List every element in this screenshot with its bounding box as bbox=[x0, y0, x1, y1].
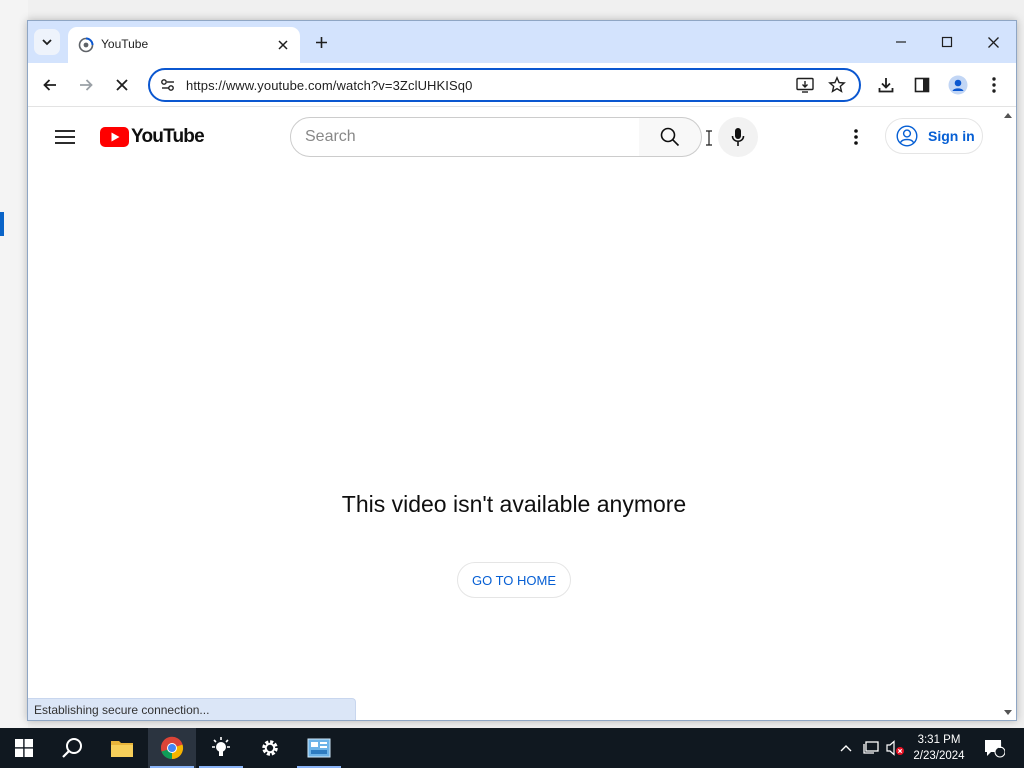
back-button[interactable] bbox=[36, 71, 64, 99]
youtube-search-input[interactable] bbox=[305, 126, 625, 148]
maximize-icon bbox=[941, 36, 953, 48]
youtube-page: YouTube Sign in This video isn't availab… bbox=[28, 108, 1016, 720]
guide-menu-button[interactable] bbox=[52, 124, 78, 150]
youtube-play-icon bbox=[100, 127, 129, 147]
action-center-button[interactable]: 1 bbox=[978, 728, 1010, 768]
scroll-up-arrow-icon[interactable] bbox=[1004, 113, 1012, 118]
desktop-selection-marker bbox=[0, 212, 4, 236]
loading-globe-icon bbox=[78, 37, 94, 53]
forward-button[interactable] bbox=[72, 71, 100, 99]
tab-youtube[interactable]: YouTube bbox=[68, 27, 300, 63]
clock-date: 2/23/2024 bbox=[913, 750, 965, 762]
close-icon bbox=[116, 79, 128, 91]
microphone-icon bbox=[731, 128, 745, 146]
new-tab-button[interactable] bbox=[310, 31, 332, 53]
chevron-down-icon bbox=[42, 39, 52, 46]
taskbar-control-panel[interactable] bbox=[295, 728, 343, 768]
browser-window: YouTube https://www.youtube.com/watch?v=… bbox=[27, 20, 1017, 721]
desktop-left-strip bbox=[0, 0, 28, 728]
notification-count: 1 bbox=[998, 740, 1004, 750]
youtube-settings-menu-button[interactable] bbox=[844, 124, 868, 150]
avatar-icon bbox=[948, 75, 968, 95]
stop-loading-button[interactable] bbox=[108, 71, 136, 99]
scroll-down-arrow-icon[interactable] bbox=[1004, 710, 1012, 715]
taskbar: 3:31 PM 2/23/2024 1 bbox=[0, 728, 1024, 768]
taskbar-tips-app[interactable] bbox=[197, 728, 245, 768]
side-panel-button[interactable] bbox=[908, 71, 936, 99]
taskbar-settings[interactable] bbox=[246, 728, 294, 768]
voice-search-button[interactable] bbox=[718, 117, 758, 157]
arrow-right-icon bbox=[80, 79, 93, 91]
tune-icon bbox=[161, 79, 174, 91]
status-bubble: Establishing secure connection... bbox=[28, 698, 356, 720]
tab-close-button[interactable] bbox=[274, 36, 292, 54]
install-app-icon bbox=[796, 77, 814, 93]
minimize-icon bbox=[896, 41, 906, 43]
lightbulb-icon bbox=[212, 737, 230, 756]
youtube-search-button[interactable] bbox=[639, 117, 702, 157]
show-hidden-icons-button[interactable] bbox=[836, 728, 856, 768]
sign-in-button[interactable]: Sign in bbox=[885, 118, 983, 154]
go-to-home-button[interactable]: GO TO HOME bbox=[457, 562, 571, 598]
close-window-button[interactable] bbox=[970, 27, 1016, 57]
windows-logo-icon bbox=[15, 739, 33, 757]
tab-strip: YouTube bbox=[28, 21, 1016, 63]
browser-menu-button[interactable] bbox=[980, 71, 1008, 99]
taskbar-chrome[interactable] bbox=[148, 728, 196, 768]
youtube-logo-text: YouTube bbox=[131, 126, 205, 147]
profile-button[interactable] bbox=[944, 71, 972, 99]
youtube-search-box[interactable] bbox=[290, 117, 712, 157]
side-panel-icon bbox=[914, 77, 930, 93]
bookmark-button[interactable] bbox=[826, 75, 848, 95]
video-unavailable-message: This video isn't available anymore bbox=[341, 491, 687, 517]
kebab-menu-icon bbox=[854, 129, 858, 145]
downloads-button[interactable] bbox=[872, 71, 900, 99]
download-icon bbox=[878, 78, 894, 93]
gear-icon bbox=[262, 740, 278, 756]
browser-toolbar: https://www.youtube.com/watch?v=3ZclUHKI… bbox=[28, 63, 1016, 107]
network-icon bbox=[863, 741, 879, 754]
close-icon bbox=[278, 40, 288, 50]
plus-icon bbox=[315, 36, 327, 48]
page-scrollbar[interactable] bbox=[1000, 108, 1016, 720]
tab-title: YouTube bbox=[101, 37, 149, 51]
maximize-button[interactable] bbox=[924, 27, 970, 57]
search-icon bbox=[62, 738, 82, 758]
start-button[interactable] bbox=[0, 728, 48, 768]
network-tray-button[interactable] bbox=[860, 728, 882, 768]
youtube-logo[interactable]: YouTube bbox=[100, 125, 205, 149]
account-circle-icon bbox=[896, 125, 918, 147]
address-bar-url: https://www.youtube.com/watch?v=3ZclUHKI… bbox=[186, 78, 473, 93]
taskbar-file-explorer[interactable] bbox=[98, 728, 146, 768]
taskbar-clock[interactable]: 3:31 PM 2/23/2024 bbox=[904, 732, 974, 764]
volume-tray-button[interactable] bbox=[884, 728, 906, 768]
star-icon bbox=[828, 76, 846, 93]
address-bar[interactable]: https://www.youtube.com/watch?v=3ZclUHKI… bbox=[148, 68, 861, 102]
chrome-icon bbox=[160, 736, 184, 760]
kebab-menu-icon bbox=[992, 77, 996, 93]
search-icon bbox=[660, 127, 680, 147]
minimize-button[interactable] bbox=[878, 27, 924, 57]
chevron-up-icon bbox=[840, 745, 852, 752]
close-icon bbox=[987, 36, 999, 48]
install-app-button[interactable] bbox=[794, 75, 816, 95]
site-info-button[interactable] bbox=[158, 76, 178, 94]
volume-muted-icon bbox=[886, 740, 904, 756]
control-panel-icon bbox=[307, 738, 331, 758]
text-cursor-icon bbox=[706, 130, 712, 146]
tab-search-button[interactable] bbox=[34, 29, 60, 55]
hamburger-icon bbox=[55, 130, 75, 144]
folder-icon bbox=[111, 741, 133, 757]
arrow-left-icon bbox=[43, 79, 56, 91]
taskbar-search-button[interactable] bbox=[48, 728, 96, 768]
clock-time: 3:31 PM bbox=[917, 734, 961, 746]
sign-in-label: Sign in bbox=[928, 128, 975, 144]
